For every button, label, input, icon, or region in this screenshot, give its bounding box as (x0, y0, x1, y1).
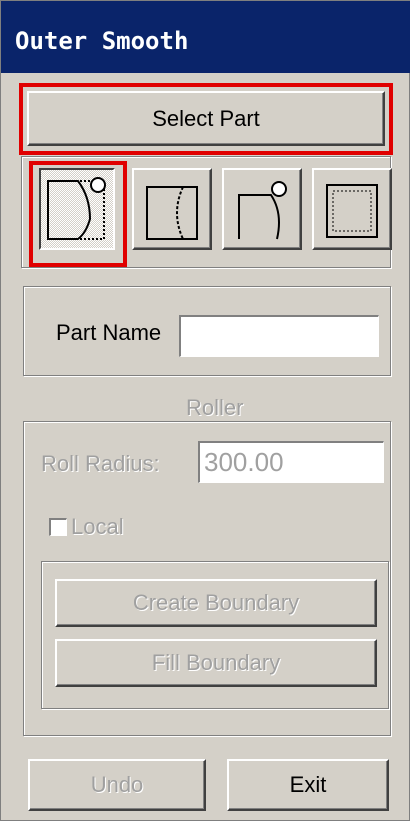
outer-smooth-mode-button[interactable] (39, 168, 115, 250)
corner-circle-mode-icon (238, 181, 287, 240)
select-part-button[interactable]: Select Part (27, 91, 385, 146)
inner-curve-mode-button[interactable] (132, 168, 212, 250)
outer-smooth-mode-icon (47, 177, 106, 240)
undo-button[interactable]: Undo (28, 759, 206, 811)
local-label: Local (71, 514, 124, 539)
exit-button[interactable]: Exit (227, 759, 389, 811)
corner-circle-mode-button[interactable] (222, 168, 302, 250)
outer-smooth-panel: Outer Smooth Select Part Part Name Rolle… (0, 0, 410, 821)
local-checkbox[interactable] (49, 518, 67, 536)
create-boundary-button[interactable]: Create Boundary (55, 579, 377, 627)
roll-radius-input[interactable]: 300.00 (198, 441, 384, 483)
square-boundary-mode-icon (326, 184, 378, 238)
select-part-label: Select Part (152, 105, 260, 131)
inner-curve-mode-icon (146, 186, 198, 240)
fill-boundary-label: Fill Boundary (151, 650, 281, 675)
title-bar: Outer Smooth (1, 1, 410, 73)
fill-boundary-button[interactable]: Fill Boundary (55, 639, 377, 687)
roll-radius-label: Roll Radius: (41, 451, 160, 476)
undo-label: Undo (90, 772, 144, 797)
part-name-input[interactable] (179, 315, 379, 357)
part-name-label: Part Name (56, 320, 162, 345)
roller-heading: Roller (186, 395, 244, 420)
create-boundary-label: Create Boundary (132, 590, 300, 615)
exit-label: Exit (289, 772, 327, 797)
window-title: Outer Smooth (15, 27, 189, 55)
square-boundary-mode-button[interactable] (312, 168, 392, 250)
